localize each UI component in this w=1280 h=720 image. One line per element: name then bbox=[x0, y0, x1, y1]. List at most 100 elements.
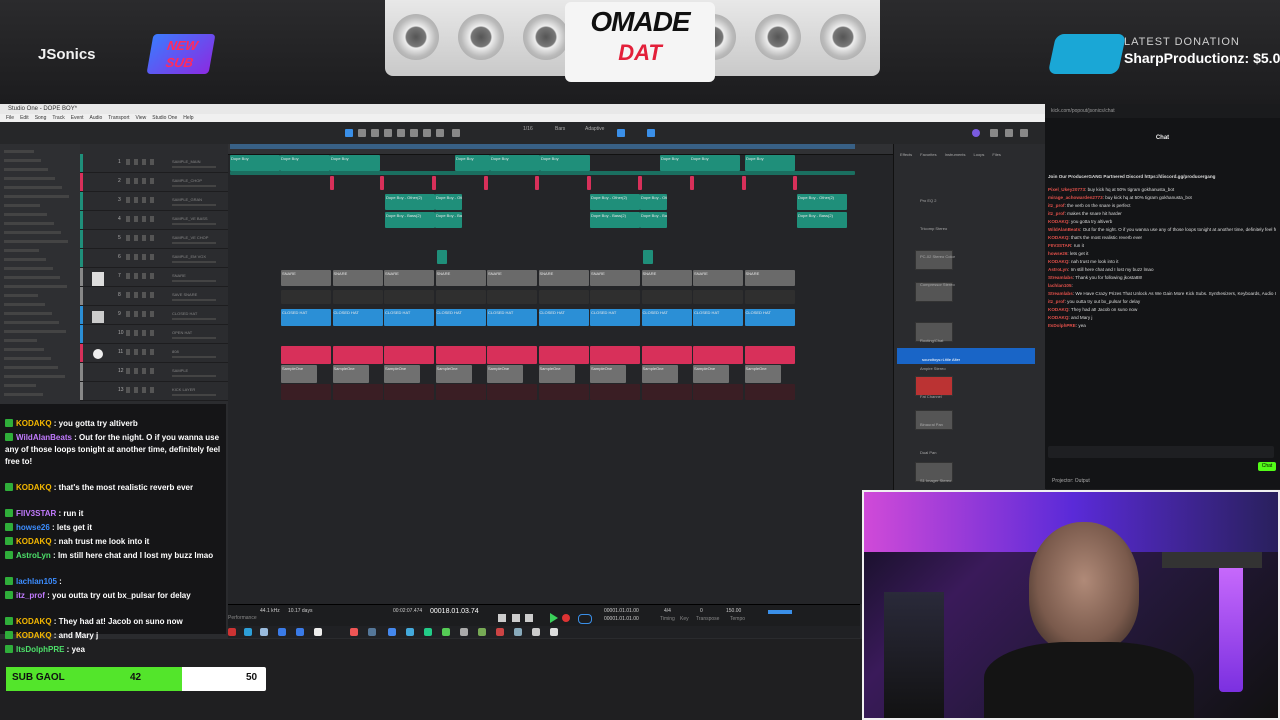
inspector-row[interactable] bbox=[4, 186, 62, 189]
clip[interactable]: CLOSED HAT bbox=[384, 309, 434, 326]
clip[interactable]: CLOSED HAT bbox=[487, 309, 537, 326]
instrument-icon[interactable] bbox=[92, 272, 104, 286]
track-volume[interactable] bbox=[172, 394, 216, 396]
instrument-icon[interactable] bbox=[92, 311, 104, 323]
clip[interactable]: CLOSED HAT bbox=[538, 309, 589, 326]
kick-username[interactable]: Streamlabs bbox=[1048, 291, 1073, 296]
track-volume[interactable] bbox=[172, 337, 216, 339]
track-header[interactable]: 13 KICK LAYER bbox=[80, 382, 228, 401]
inspector-row[interactable] bbox=[4, 330, 66, 333]
menu-item[interactable]: File bbox=[6, 115, 14, 121]
kick-username[interactable]: Streamlabs bbox=[1048, 275, 1073, 280]
inspector-row[interactable] bbox=[4, 393, 43, 396]
clip[interactable]: SampleOne bbox=[538, 365, 575, 383]
kick-username[interactable]: mirage_achowarden2773 bbox=[1048, 195, 1103, 200]
browser-item[interactable]: Compressor Stereo bbox=[920, 282, 955, 287]
menu-item[interactable]: View bbox=[136, 115, 147, 121]
clip[interactable] bbox=[643, 250, 653, 264]
instrument-icon[interactable] bbox=[93, 349, 103, 359]
inspector-row[interactable] bbox=[4, 303, 45, 306]
browser-item[interactable]: Binaural Pan bbox=[920, 422, 943, 427]
track-buttons[interactable] bbox=[126, 330, 156, 336]
quantize-value[interactable]: 1/16 bbox=[523, 126, 533, 132]
track-buttons[interactable] bbox=[126, 368, 156, 374]
clip[interactable] bbox=[281, 290, 331, 304]
clip[interactable]: Dope Boy - Other(2) bbox=[435, 194, 462, 210]
track-header[interactable]: 5 SAMPLE_VE CHOP bbox=[80, 230, 228, 249]
clip[interactable] bbox=[744, 384, 795, 400]
inspector-row[interactable] bbox=[4, 168, 48, 171]
track-buttons[interactable] bbox=[126, 349, 156, 355]
clip[interactable]: Dope Boy - Other(2) bbox=[590, 194, 640, 210]
app-icon[interactable] bbox=[260, 628, 268, 636]
clip[interactable] bbox=[641, 346, 692, 364]
clip[interactable]: Dope Boy - Other(2) bbox=[385, 194, 435, 210]
inspector-row[interactable] bbox=[4, 285, 67, 288]
kick-username[interactable]: lachlan105 bbox=[1048, 283, 1072, 288]
menu-item[interactable]: Studio One bbox=[152, 115, 177, 121]
inspector-row[interactable] bbox=[4, 204, 40, 207]
clip[interactable]: Dope Boy bbox=[330, 155, 380, 171]
browser-item[interactable]: Dual Pan bbox=[920, 450, 936, 455]
menu-item[interactable]: Transport bbox=[108, 115, 129, 121]
inspector-row[interactable] bbox=[4, 249, 39, 252]
clip[interactable] bbox=[435, 290, 486, 304]
track-header[interactable]: 12 SAMPLE bbox=[80, 363, 228, 382]
menu-item[interactable]: Edit bbox=[20, 115, 29, 121]
clip[interactable]: SampleOne bbox=[693, 365, 729, 383]
arrow-tool-icon[interactable] bbox=[345, 129, 353, 137]
clip[interactable]: SNARE bbox=[744, 270, 795, 286]
menu-item[interactable]: Help bbox=[183, 115, 193, 121]
clip[interactable]: CLOSED HAT bbox=[332, 309, 383, 326]
clip[interactable]: Dope Boy - Other(2) bbox=[797, 194, 847, 210]
inspector-row[interactable] bbox=[4, 195, 69, 198]
clip[interactable]: SNARE bbox=[435, 270, 486, 286]
kick-chat-input[interactable] bbox=[1048, 446, 1274, 458]
clip[interactable] bbox=[332, 290, 383, 304]
clip[interactable] bbox=[693, 346, 743, 364]
inspector-row[interactable] bbox=[4, 267, 53, 270]
clip[interactable] bbox=[384, 384, 434, 400]
clip[interactable] bbox=[590, 290, 640, 304]
app-icon[interactable] bbox=[550, 628, 558, 636]
kick-send-button[interactable]: Chat bbox=[1258, 462, 1276, 471]
inspector-row[interactable] bbox=[4, 159, 41, 162]
browser-tab[interactable]: Effects bbox=[900, 152, 912, 157]
track-volume[interactable] bbox=[172, 223, 216, 225]
clip[interactable]: Dope Boy - Bass(2) bbox=[590, 212, 640, 228]
browser-tab[interactable]: Favorites bbox=[920, 152, 936, 157]
browser-item[interactable]: Ampire Stereo bbox=[920, 366, 946, 371]
inspector-row[interactable] bbox=[4, 312, 52, 315]
inspector-row[interactable] bbox=[4, 276, 60, 279]
track-buttons[interactable] bbox=[126, 273, 156, 279]
inspector-row[interactable] bbox=[4, 375, 65, 378]
track-volume[interactable] bbox=[172, 299, 216, 301]
inspector-row[interactable] bbox=[4, 339, 37, 342]
browser-tab[interactable]: Instruments bbox=[945, 152, 966, 157]
clip[interactable] bbox=[690, 176, 694, 190]
clip[interactable]: Dope Boy bbox=[455, 155, 490, 171]
clip[interactable] bbox=[793, 176, 797, 190]
clip[interactable] bbox=[281, 346, 331, 364]
clip[interactable]: Dope Boy bbox=[745, 155, 795, 171]
inspector-row[interactable] bbox=[4, 321, 59, 324]
clip[interactable]: SNARE bbox=[641, 270, 692, 286]
browser-tab[interactable]: Loops bbox=[974, 152, 985, 157]
clip[interactable]: CLOSED HAT bbox=[590, 309, 640, 326]
record-icon[interactable] bbox=[562, 614, 570, 622]
app-icon[interactable] bbox=[296, 628, 304, 636]
inspector-row[interactable] bbox=[4, 222, 54, 225]
range-tool-icon[interactable] bbox=[358, 129, 366, 137]
clip[interactable]: SNARE bbox=[538, 270, 589, 286]
clip[interactable]: Dope Boy bbox=[280, 155, 330, 171]
kick-username[interactable]: KODAKQ bbox=[1048, 219, 1068, 224]
kick-username[interactable]: Pixel_Ukey20773 bbox=[1048, 187, 1085, 192]
track-buttons[interactable] bbox=[126, 292, 156, 298]
clip[interactable] bbox=[638, 176, 642, 190]
clip[interactable]: Dope Boy bbox=[540, 155, 590, 171]
rewind-icon[interactable] bbox=[498, 614, 506, 622]
clip[interactable]: Dope Boy - Other(2) bbox=[640, 194, 667, 210]
clip[interactable]: CLOSED HAT bbox=[744, 309, 795, 326]
track-volume[interactable] bbox=[172, 375, 216, 377]
clip[interactable]: SampleOne bbox=[332, 365, 369, 383]
